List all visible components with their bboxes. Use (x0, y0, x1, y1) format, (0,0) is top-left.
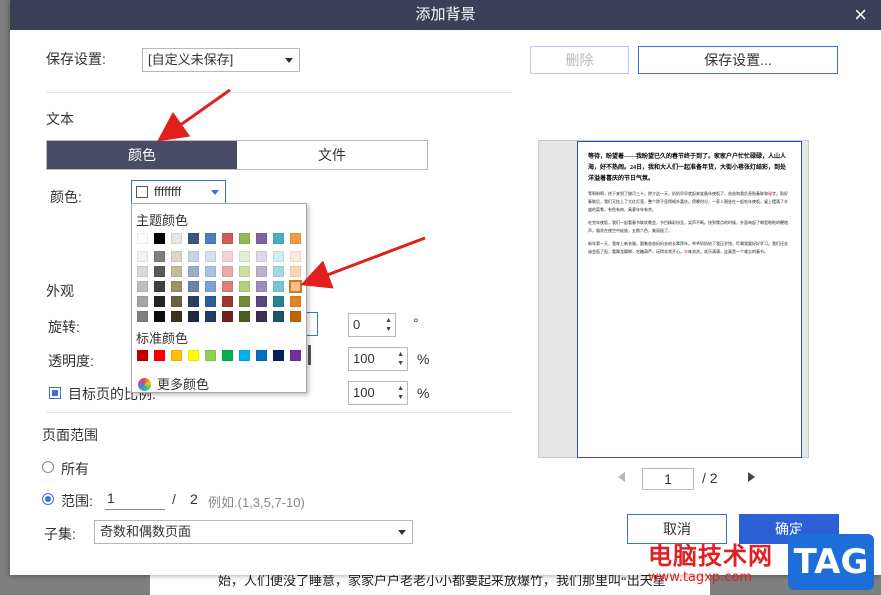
watermark-site-name: 电脑技术网 (648, 542, 773, 570)
site-watermark: 电脑技术网 www.tagxp.com TAG (648, 530, 881, 595)
watermark-url: www.tagxp.com (648, 570, 752, 585)
red-arrow (157, 88, 231, 142)
red-arrow (300, 236, 426, 289)
annotation-arrows (157, 88, 426, 289)
watermark-tag-logo: TAG (788, 534, 874, 590)
